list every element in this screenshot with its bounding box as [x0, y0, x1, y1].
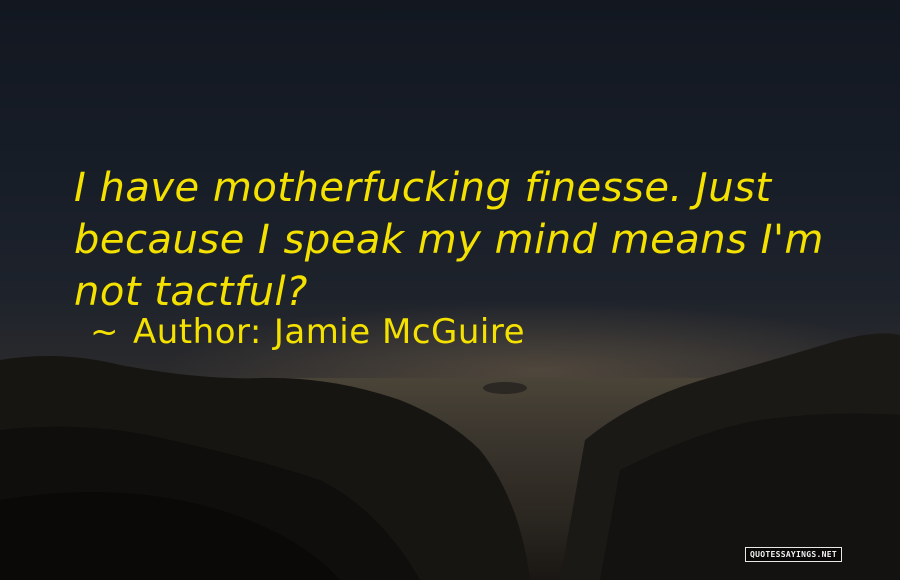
quote-image: I have motherfucking finesse. Just becau… — [0, 0, 900, 580]
author-name: Jamie McGuire — [273, 312, 526, 352]
quote-line: I have motherfucking finesse. Just — [74, 165, 772, 211]
distant-islet — [483, 382, 527, 394]
author-attribution: ~ Author: Jamie McGuire — [90, 312, 525, 352]
author-prefix: ~ — [90, 312, 119, 352]
quote-text: I have motherfucking finesse. Just becau… — [74, 162, 874, 318]
quote-line: not tactful? — [74, 269, 308, 315]
site-watermark: QUOTESSAYINGS.NET — [745, 547, 842, 562]
quote-line: because I speak my mind means I'm — [74, 217, 824, 263]
author-label: Author: — [133, 312, 262, 352]
